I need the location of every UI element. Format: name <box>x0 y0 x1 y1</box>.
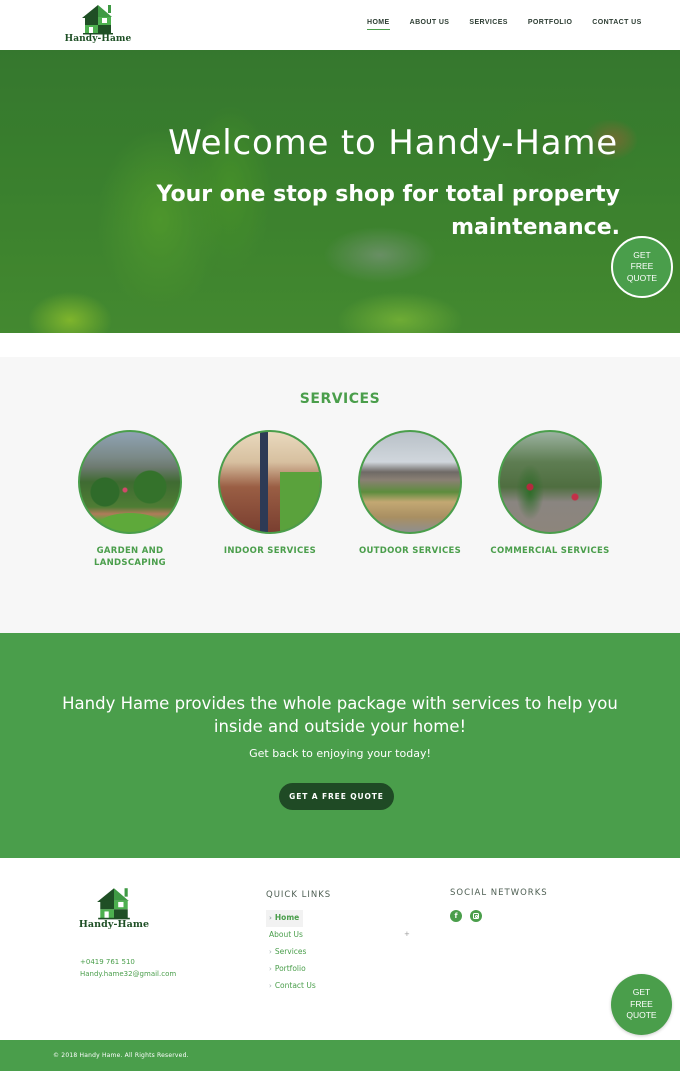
floating-get-free-quote-button[interactable]: GET FREE QUOTE <box>611 974 672 1035</box>
link-label: Contact Us <box>274 981 316 990</box>
quote-line: QUOTE <box>626 1010 657 1021</box>
outdoor-photo <box>358 430 462 534</box>
footer-link-about-us[interactable]: About Us <box>266 927 406 944</box>
quick-links-heading: QUICK LINKS <box>266 890 332 900</box>
services-section: SERVICES GARDEN AND LANDSCAPING INDOOR S… <box>0 357 680 633</box>
footer-link-portfolio[interactable]: › Portfolio <box>266 961 406 978</box>
house-logo-icon <box>97 888 130 920</box>
quick-links-list: › Home About Us › Services › Portfolio › Con… <box>266 910 406 995</box>
social-networks-heading: SOCIAL NETWORKS <box>450 888 548 898</box>
nav-about-us[interactable]: ABOUT US <box>410 19 450 30</box>
logo-wordmark: Handy-Hame <box>78 919 150 930</box>
hero-subtitle: Your one stop shop for total property ma… <box>156 182 620 240</box>
instagram-icon[interactable] <box>470 910 482 922</box>
service-label: OUTDOOR SERVICES <box>358 546 462 556</box>
quote-line: QUOTE <box>626 272 658 283</box>
service-card-outdoor[interactable]: OUTDOOR SERVICES <box>340 430 480 558</box>
chevron-right-icon: › <box>269 914 272 922</box>
nav-home[interactable]: HOME <box>367 19 390 30</box>
services-heading: SERVICES <box>299 391 381 407</box>
site-logo[interactable]: Handy-Hame <box>63 3 133 48</box>
facebook-icon[interactable]: f <box>450 910 462 922</box>
service-card-garden[interactable]: GARDEN AND LANDSCAPING <box>60 430 200 569</box>
main-nav: HOME ABOUT US SERVICES PORTFOLIO CONTACT… <box>367 19 662 30</box>
footer-phone[interactable]: +0419 761 510 <box>80 956 176 968</box>
service-card-commercial[interactable]: COMMERCIAL SERVICES <box>480 430 620 558</box>
footer-link-services[interactable]: › Services <box>266 944 406 961</box>
site-header: Handy-Hame HOME ABOUT US SERVICES PORTFO… <box>0 0 680 50</box>
cta-subtitle: Get back to enjoying your today! <box>249 747 431 760</box>
quote-line: GET <box>632 987 651 998</box>
commercial-photo <box>498 430 602 534</box>
quote-line: GET <box>633 249 651 260</box>
service-card-indoor[interactable]: INDOOR SERVICES <box>200 430 340 558</box>
hero-get-free-quote-button[interactable]: GET FREE QUOTE <box>611 236 673 298</box>
service-label: GARDEN AND LANDSCAPING <box>94 546 166 568</box>
social-links: f <box>450 910 490 922</box>
expand-plus-icon[interactable]: + <box>404 930 410 938</box>
link-label: Services <box>274 947 307 956</box>
logo-wordmark: Handy-Hame <box>64 34 132 44</box>
footer-contact: +0419 761 510 Handy.hame32@gmail.com <box>80 956 176 980</box>
link-label: About Us <box>269 930 303 939</box>
nav-services[interactable]: SERVICES <box>469 19 507 30</box>
link-label: Home <box>274 913 300 922</box>
service-label: INDOOR SERVICES <box>223 546 317 556</box>
quote-line: FREE <box>630 998 653 1009</box>
nav-contact-us[interactable]: CONTACT US <box>592 19 641 30</box>
link-label: Portfolio <box>274 964 306 973</box>
site-footer: Handy-Hame +0419 761 510 Handy.hame32@gm… <box>0 858 680 1040</box>
house-logo-icon <box>82 5 113 35</box>
footer-logo[interactable]: Handy-Hame <box>78 886 150 930</box>
hero-title: Welcome to Handy-Hame <box>168 123 618 163</box>
copyright-bar: © 2018 Handy Hame. All Rights Reserved. <box>0 1040 680 1071</box>
copyright-text: © 2018 Handy Hame. All Rights Reserved. <box>53 1052 189 1059</box>
chevron-right-icon: › <box>269 982 272 990</box>
cta-section: Handy Hame provides the whole package wi… <box>0 633 680 858</box>
footer-link-home[interactable]: › Home <box>266 910 303 927</box>
indoor-photo <box>218 430 322 534</box>
garden-photo <box>78 430 182 534</box>
service-label: COMMERCIAL SERVICES <box>490 546 610 556</box>
chevron-right-icon: › <box>269 948 272 956</box>
footer-email[interactable]: Handy.hame32@gmail.com <box>80 968 176 980</box>
nav-portfolio[interactable]: PORTFOLIO <box>528 19 572 30</box>
cta-title: Handy Hame provides the whole package wi… <box>62 694 618 736</box>
hero-banner: Welcome to Handy-Hame Your one stop shop… <box>0 50 680 333</box>
facebook-glyph: f <box>454 912 458 920</box>
get-free-quote-button[interactable]: GET A FREE QUOTE <box>279 783 394 810</box>
chevron-right-icon: › <box>269 965 272 973</box>
instagram-glyph <box>473 913 479 919</box>
footer-link-contact-us[interactable]: › Contact Us <box>266 978 406 995</box>
quote-line: FREE <box>630 261 654 272</box>
